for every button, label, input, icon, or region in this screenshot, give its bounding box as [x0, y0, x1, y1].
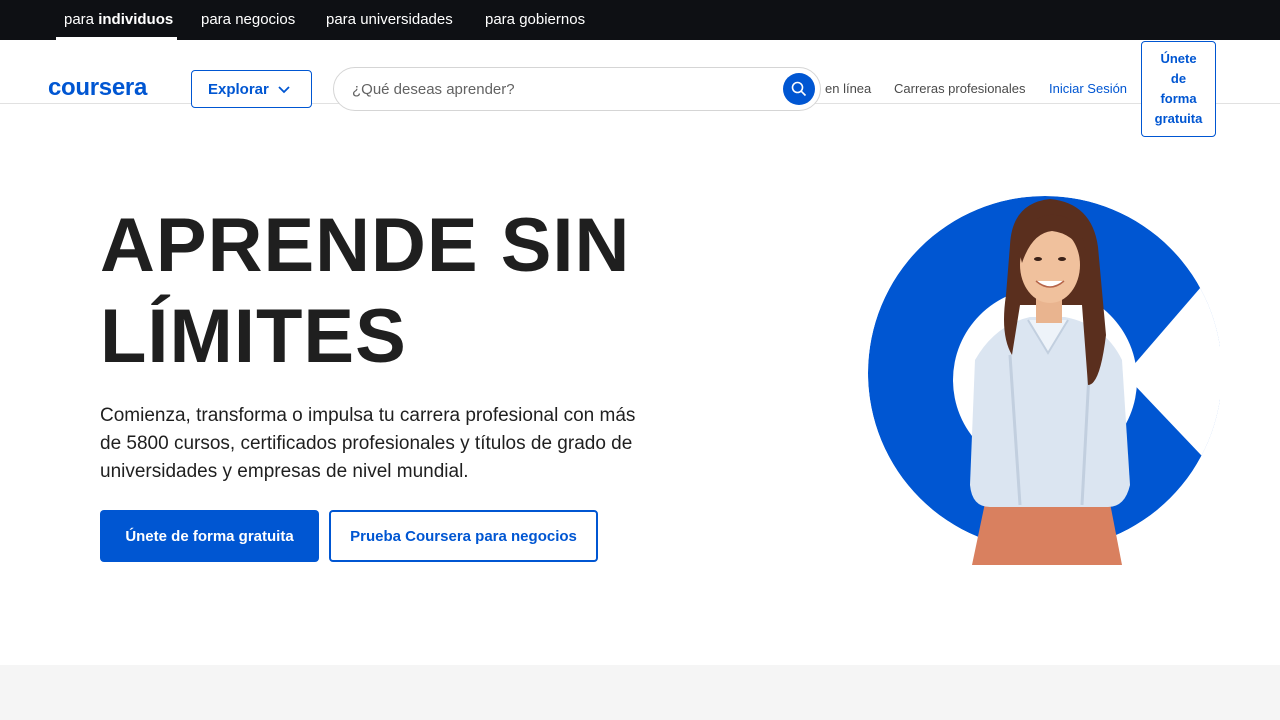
- coursera-logo[interactable]: coursera: [48, 74, 147, 102]
- chevron-down-icon: [277, 80, 291, 102]
- hero-title-line: APRENDE SIN: [100, 203, 631, 288]
- explore-button-label: Explorar: [208, 80, 269, 98]
- search-icon: [791, 81, 807, 97]
- audience-tab-negocios[interactable]: para negocios: [201, 0, 295, 40]
- hero-person-image: [868, 196, 1220, 565]
- audience-tab-individuos[interactable]: para individuos: [56, 0, 177, 40]
- join-free-button[interactable]: Únete de forma gratuita: [100, 510, 319, 562]
- audience-tab-gobiernos[interactable]: para gobiernos: [485, 0, 585, 40]
- join-line: de: [1170, 71, 1187, 86]
- hero-title: APRENDE SIN LÍMITES: [100, 200, 720, 382]
- join-line: gratuita: [1154, 111, 1203, 126]
- join-line: Únete: [1160, 51, 1197, 66]
- audience-tab-universidades[interactable]: para universidades: [326, 0, 453, 40]
- search-input[interactable]: [350, 68, 770, 110]
- login-link[interactable]: Iniciar Sesión: [1049, 81, 1127, 96]
- search-bar: [333, 67, 821, 111]
- online-degrees-link[interactable]: en línea: [825, 81, 871, 96]
- next-section-band: [0, 665, 1280, 720]
- join-line: forma: [1160, 91, 1197, 106]
- join-free-header-button[interactable]: Únete de forma gratuita: [1141, 41, 1216, 137]
- try-business-button[interactable]: Prueba Coursera para negocios: [329, 510, 598, 562]
- search-button[interactable]: [783, 73, 815, 105]
- audience-tab-label: para negocios: [201, 11, 296, 28]
- audience-tab-label: para gobiernos: [485, 11, 586, 28]
- careers-link[interactable]: Carreras profesionales: [894, 81, 1026, 96]
- explore-button[interactable]: Explorar: [191, 70, 312, 108]
- hero-description: Comienza, transforma o impulsa tu carrer…: [100, 405, 636, 482]
- audience-tab-label: para universidades: [326, 11, 453, 28]
- audience-tab-strong: individuos: [98, 11, 174, 28]
- audience-tab-prefix: para: [64, 11, 99, 28]
- hero-title-line: LÍMITES: [100, 294, 407, 379]
- audience-bar: para individuos para negocios para unive…: [0, 0, 1280, 40]
